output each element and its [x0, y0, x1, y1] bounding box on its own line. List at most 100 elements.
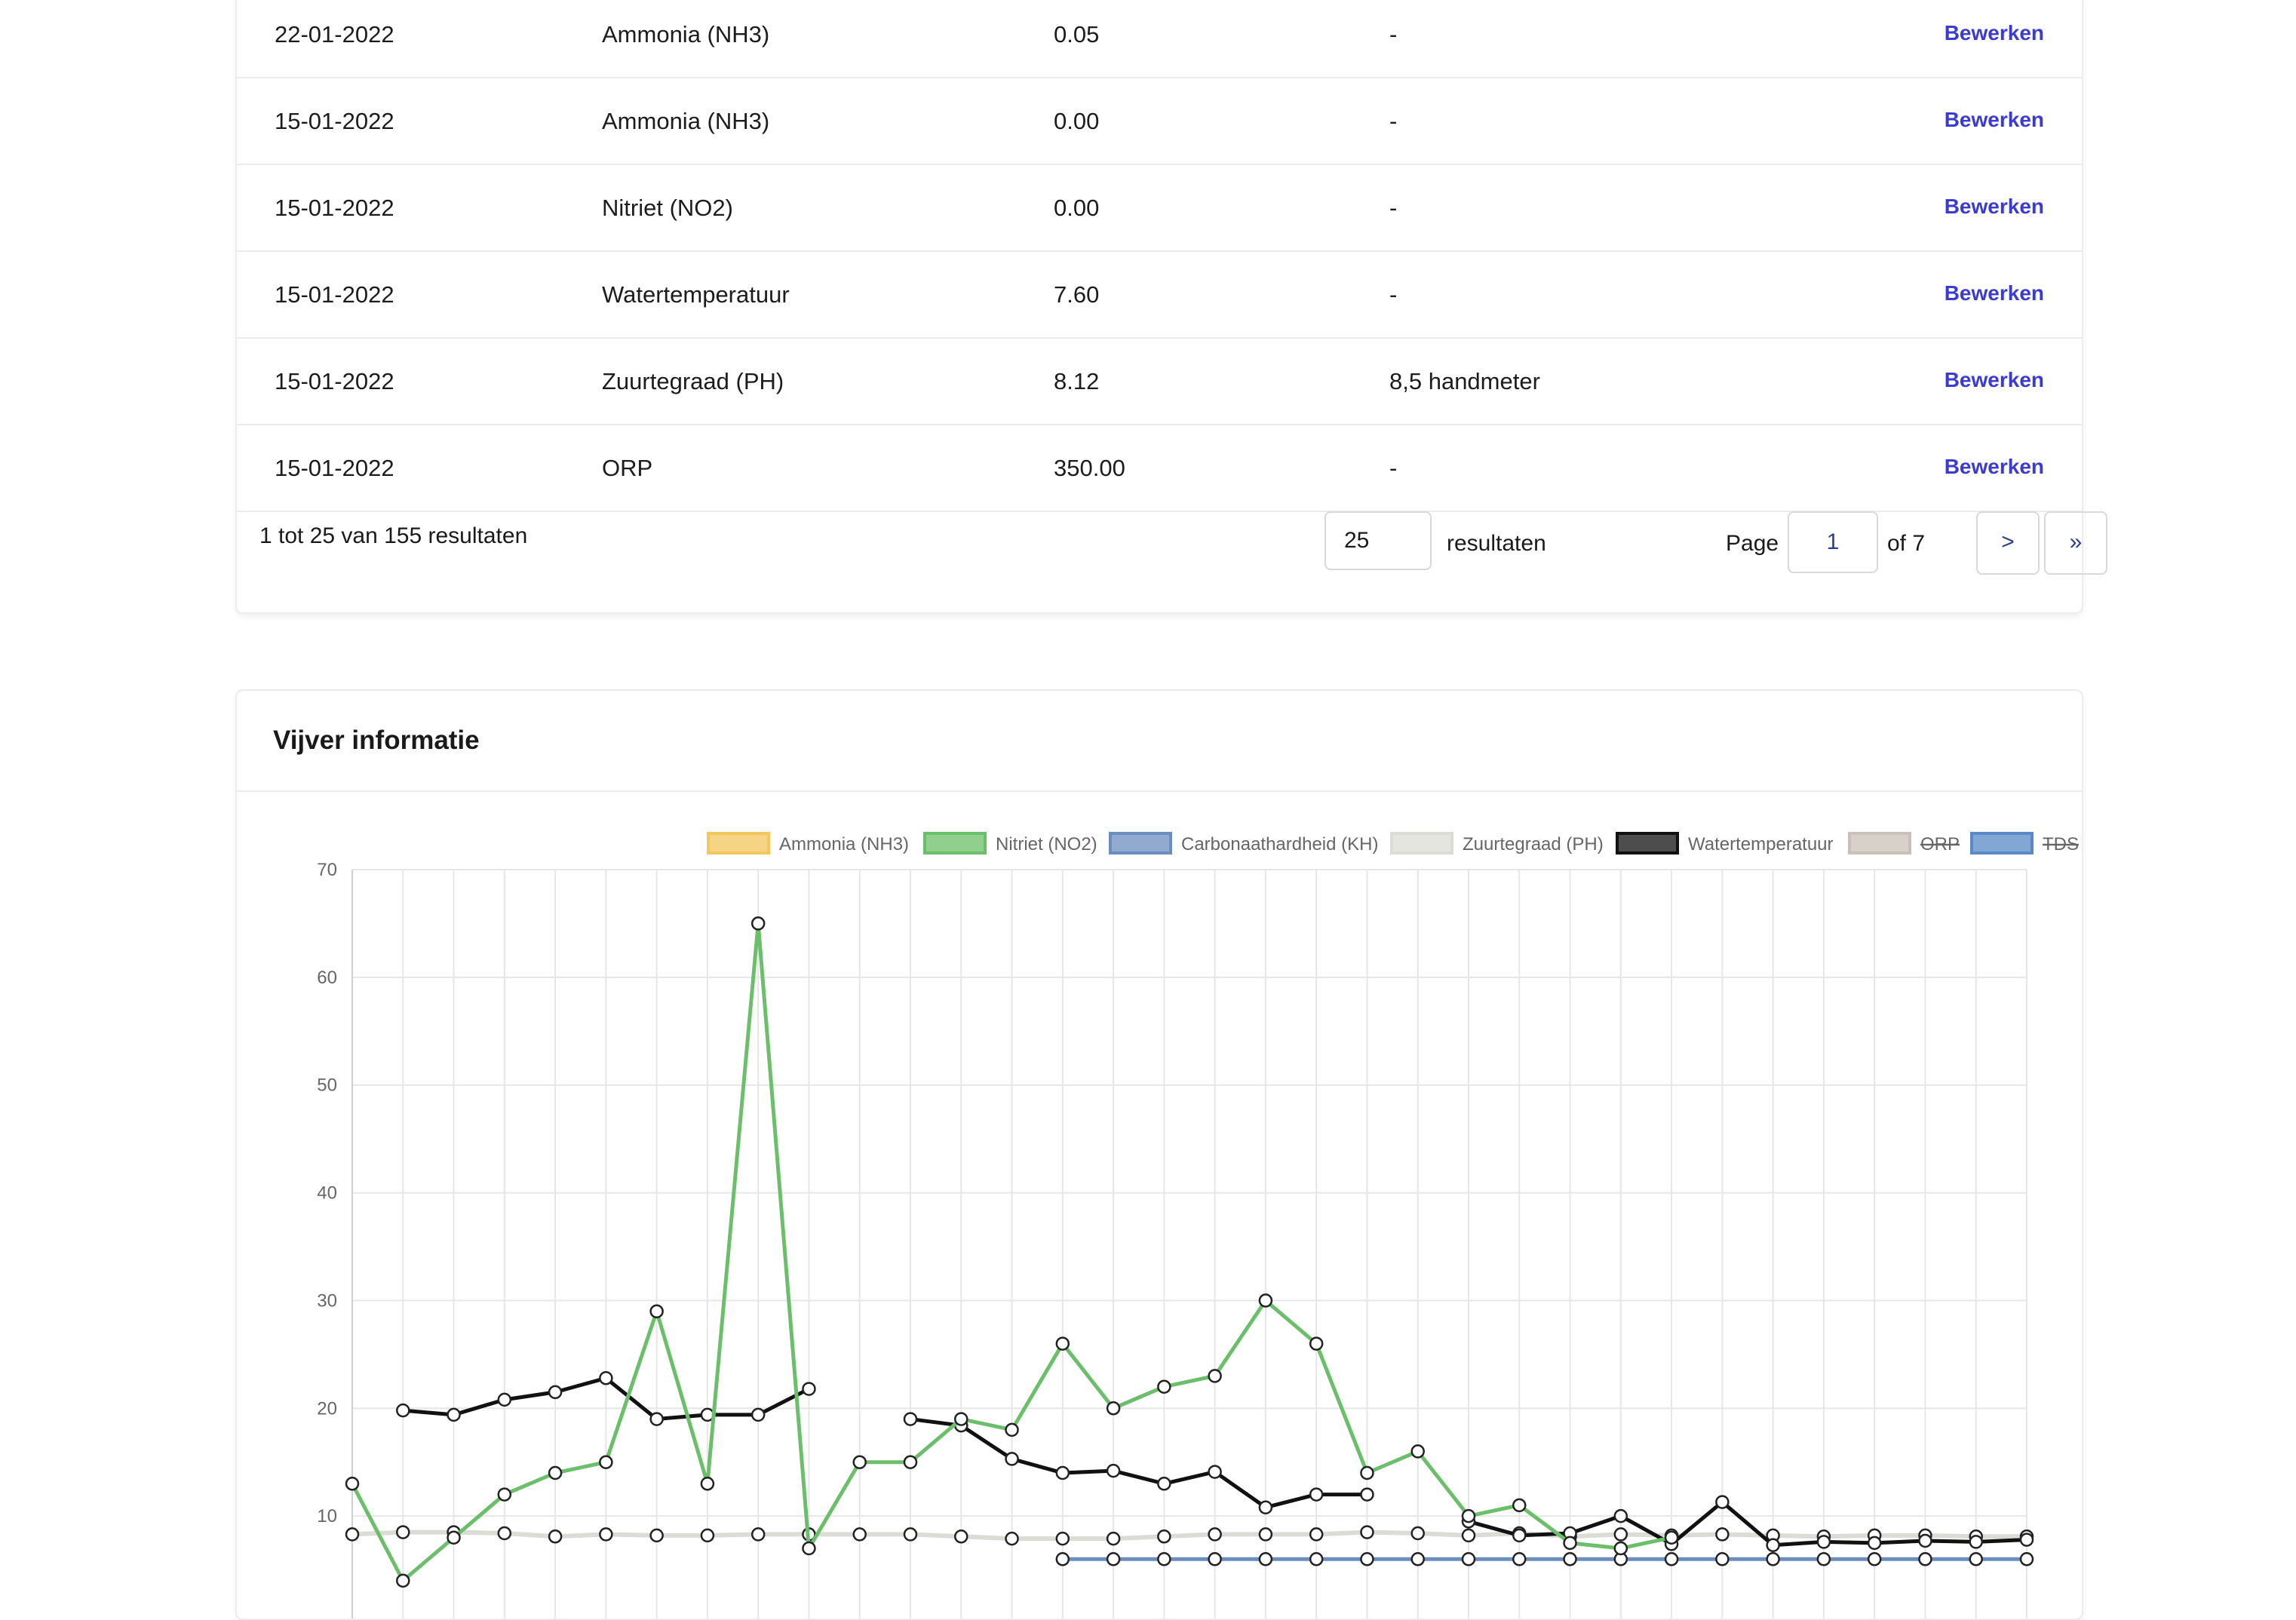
table-row: 15-01-2022 ORP 350.00 - Bewerken — [237, 425, 2082, 512]
data-point — [2019, 1552, 2034, 1566]
data-point — [396, 1403, 410, 1418]
date-cell: 15-01-2022 — [275, 368, 394, 394]
per-page-input[interactable]: 25 — [1324, 511, 1432, 570]
data-point — [1309, 1487, 1324, 1502]
data-point — [599, 1527, 613, 1542]
table-row: 15-01-2022 Ammonia (NH3) 0.00 - Bewerken — [237, 78, 2082, 165]
note-cell: 8,5 handmeter — [1389, 368, 1540, 394]
data-point — [903, 1455, 918, 1469]
data-point — [1664, 1552, 1679, 1566]
data-point — [2019, 1533, 2034, 1547]
next-page-button[interactable]: > — [1976, 511, 2040, 575]
data-point — [497, 1487, 512, 1502]
data-point — [1816, 1552, 1831, 1566]
y-tick-label: 10 — [317, 1506, 337, 1526]
pond-chart: 10 20 30 40 50 60 70 Ammonia (NH3) Nitriet (NO2)… — [317, 832, 2079, 1618]
value-cell: 0.00 — [1054, 195, 1100, 221]
value-cell: 350.00 — [1054, 455, 1125, 481]
data-point — [1106, 1401, 1121, 1416]
data-point — [1055, 1552, 1070, 1566]
data-point — [548, 1385, 563, 1400]
parameter-cell: Watertemperatuur — [602, 281, 790, 308]
edit-link[interactable]: Bewerken — [1945, 195, 2044, 219]
data-point — [1563, 1536, 1577, 1551]
data-point — [1816, 1535, 1831, 1549]
data-point — [1309, 1552, 1324, 1566]
date-cell: 15-01-2022 — [275, 281, 394, 308]
data-point — [1918, 1533, 1932, 1548]
legend-swatch — [1616, 832, 1679, 854]
data-point — [1410, 1526, 1425, 1541]
data-point — [1613, 1508, 1628, 1523]
edit-link[interactable]: Bewerken — [1945, 368, 2044, 392]
data-point — [1360, 1525, 1374, 1539]
last-page-button[interactable]: » — [2044, 511, 2107, 575]
data-point — [903, 1412, 918, 1426]
data-point — [954, 1412, 968, 1426]
legend-swatch — [1848, 832, 1911, 854]
edit-link[interactable]: Bewerken — [1945, 281, 2044, 305]
data-point — [1461, 1508, 1476, 1523]
date-cell: 15-01-2022 — [275, 455, 394, 481]
edit-link[interactable]: Bewerken — [1945, 21, 2044, 45]
data-point — [1613, 1527, 1628, 1542]
y-tick-label: 50 — [317, 1075, 337, 1096]
series-line — [1468, 1500, 2027, 1548]
legend-label: Zuurtegraad (PH) — [1463, 834, 1604, 854]
data-point — [1309, 1527, 1324, 1542]
data-point — [1512, 1528, 1527, 1543]
results-summary: 1 tot 25 van 155 resultaten — [259, 523, 528, 548]
data-point — [1715, 1495, 1730, 1509]
parameter-cell: Zuurtegraad (PH) — [602, 368, 784, 394]
edit-link[interactable]: Bewerken — [1945, 108, 2044, 132]
data-point — [1157, 1552, 1171, 1566]
parameter-cell: Nitriet (NO2) — [602, 195, 733, 221]
data-point — [1157, 1379, 1171, 1394]
value-cell: 0.05 — [1054, 21, 1100, 48]
data-point — [345, 1477, 360, 1491]
data-point — [1360, 1487, 1374, 1502]
legend-label: Watertemperatuur — [1688, 834, 1834, 854]
data-point — [447, 1530, 461, 1545]
table-row: 15-01-2022 Nitriet (NO2) 0.00 - Bewerken — [237, 164, 2082, 252]
note-cell: - — [1389, 21, 1398, 48]
legend-swatch — [1109, 832, 1172, 854]
data-point — [1258, 1500, 1273, 1514]
legend-swatch — [1390, 832, 1453, 854]
pond-info-card: Vijver informatie 10 20 30 40 50 60 70 Ammonia … — [235, 689, 2083, 1620]
results-table-card: 22-01-2022 Ammonia (NH3) 0.05- Bewerken 15-0… — [235, 0, 2107, 614]
data-point — [802, 1541, 816, 1556]
data-point — [497, 1392, 512, 1407]
data-point — [1258, 1552, 1273, 1566]
data-point — [1106, 1531, 1121, 1546]
data-point — [1208, 1465, 1222, 1479]
page-label: Page — [1726, 531, 1779, 556]
data-point — [903, 1527, 918, 1542]
data-point — [396, 1525, 410, 1539]
data-point — [1106, 1463, 1121, 1478]
data-point — [954, 1529, 968, 1544]
legend-swatch — [923, 832, 987, 854]
data-point — [1360, 1552, 1374, 1566]
parameter-cell: Ammonia (NH3) — [602, 21, 770, 48]
data-point — [1867, 1552, 1882, 1566]
data-point — [599, 1371, 613, 1385]
edit-link[interactable]: Bewerken — [1945, 455, 2044, 479]
data-point — [750, 1407, 766, 1422]
data-point — [1258, 1293, 1273, 1308]
data-point — [649, 1528, 664, 1543]
data-point — [1157, 1477, 1171, 1491]
table-row: 22-01-2022 Ammonia (NH3) 0.05 - Bewerken — [237, 0, 2082, 78]
legend-label: Carbonaathardheid (KH) — [1181, 834, 1378, 854]
data-point — [649, 1304, 664, 1318]
table-row: 15-01-2022 Watertemperatuur 7.60 - Bewerken — [237, 251, 2082, 339]
note-cell: - — [1389, 108, 1398, 134]
data-point — [1208, 1552, 1222, 1566]
date-cell: 15-01-2022 — [275, 108, 394, 134]
y-tick-label: 40 — [317, 1183, 337, 1204]
data-point — [548, 1465, 563, 1480]
note-cell: - — [1389, 281, 1398, 308]
data-point — [1512, 1552, 1527, 1566]
legend-label: TDS — [2043, 834, 2079, 854]
page-number-input[interactable]: 1 — [1788, 511, 1878, 573]
